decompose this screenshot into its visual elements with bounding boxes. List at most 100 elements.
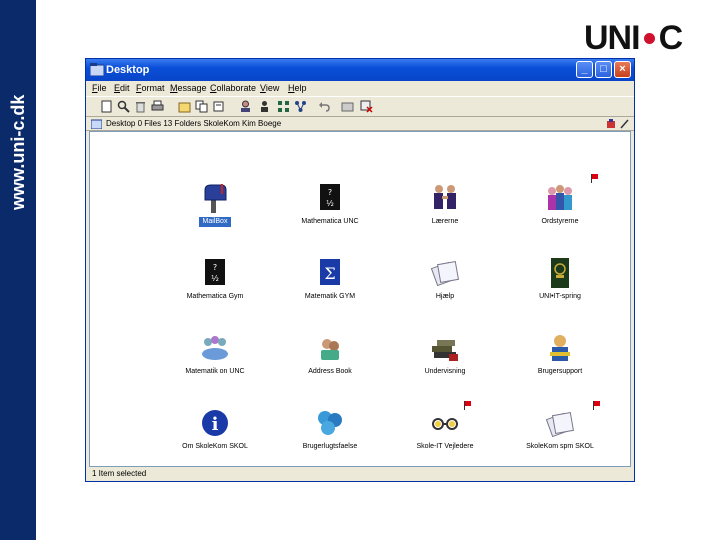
print-icon[interactable] xyxy=(151,100,164,113)
flag-icon xyxy=(464,401,471,410)
desktop-window: Desktop _ □ × File Edit Format Message C… xyxy=(85,58,635,482)
logo-text-right: C xyxy=(658,19,684,57)
menu-edit[interactable]: Edit xyxy=(114,81,130,96)
documents-icon xyxy=(545,411,575,438)
math-book-icon: ?½ xyxy=(320,184,340,210)
puzzle-icon xyxy=(318,411,342,435)
folder-skolekom-spm[interactable]: SkoleKom spm SKOL xyxy=(510,401,610,469)
desktop-icon xyxy=(91,119,102,129)
menu-help[interactable]: Help xyxy=(288,81,307,96)
path-bar: Desktop 0 Files 13 Folders SkoleKom Kim … xyxy=(86,117,634,131)
folder-label: Om SkoleKom SKOL xyxy=(182,443,248,450)
folder-brugerlugtsfaelse[interactable]: Brugerlugtsfaelse xyxy=(280,407,380,469)
mailbox-icon xyxy=(204,184,227,213)
folder-label: UNI•IT-spring xyxy=(539,293,581,300)
folder-uni-it-spring[interactable]: UNI•IT-spring xyxy=(510,257,610,319)
folder-label: MailBox xyxy=(199,217,231,227)
pencil-icon[interactable] xyxy=(619,119,629,129)
menu-view[interactable]: View xyxy=(260,81,279,96)
support-person-icon xyxy=(550,335,570,361)
people-icon xyxy=(434,185,456,209)
open-icon[interactable] xyxy=(178,100,191,113)
menu-collaborate[interactable]: Collaborate xyxy=(210,81,256,96)
books-icon xyxy=(432,340,458,361)
grid-icon[interactable] xyxy=(277,100,290,113)
svg-text:i: i xyxy=(212,414,219,435)
folder-hjaelp[interactable]: Hjælp xyxy=(395,257,495,319)
folder-matematik-on-unc[interactable]: Matematik on UNC xyxy=(165,332,265,394)
folder-laererne[interactable]: Lærerne xyxy=(395,182,495,244)
folder-address-book[interactable]: Address Book xyxy=(280,332,380,394)
find-icon[interactable] xyxy=(117,100,130,113)
maximize-button[interactable]: □ xyxy=(595,61,612,78)
help-icon xyxy=(430,260,460,287)
folder-label: Matematik on UNC xyxy=(185,368,245,375)
copy-icon[interactable] xyxy=(195,100,208,113)
folder-label: SkoleKom spm SKOL xyxy=(526,443,594,450)
slide: www.uni-c.dk UNI C Desktop _ □ × File Ed… xyxy=(0,0,720,540)
logo-dot xyxy=(643,32,655,44)
minimize-button[interactable]: _ xyxy=(576,61,593,78)
folder-skole-it-vejledere[interactable]: Skole-IT Vejledere xyxy=(395,401,495,469)
folder-label: Mathematica Gym xyxy=(186,293,244,300)
folder-label: Brugersupport xyxy=(537,368,583,375)
window-title: Desktop xyxy=(106,64,150,76)
folder-mathematica-unc[interactable]: ? ½ Mathematica UNC xyxy=(280,182,380,244)
folder-label: Ordstyrerne xyxy=(541,218,579,225)
folder-icon[interactable] xyxy=(341,100,354,113)
logo-text-left: UNI xyxy=(584,19,641,57)
folder-matematik-gym[interactable]: Σ Matematik GYM xyxy=(280,257,380,319)
svg-text:½: ½ xyxy=(211,274,219,283)
undo-icon[interactable] xyxy=(318,100,331,113)
toolbar xyxy=(86,96,634,117)
folder-undervisning[interactable]: Undervisning xyxy=(395,332,495,394)
folder-label: Address Book xyxy=(308,368,352,375)
folder-label: Undervisning xyxy=(424,368,466,375)
folder-brugersupport[interactable]: Brugersupport xyxy=(510,332,610,394)
folder-label: Skole-IT Vejledere xyxy=(416,443,474,450)
group-icon xyxy=(548,185,572,210)
svg-text:½: ½ xyxy=(326,199,334,208)
close-button[interactable]: × xyxy=(614,61,631,78)
folder-label: Matematik GYM xyxy=(304,293,356,300)
title-bar[interactable]: Desktop _ □ × xyxy=(86,59,634,81)
svg-text:Σ: Σ xyxy=(324,264,335,283)
window-icon xyxy=(90,63,104,76)
delete-icon[interactable] xyxy=(134,100,147,113)
crest-icon xyxy=(551,258,569,288)
flag-icon xyxy=(591,174,598,183)
flag-icon xyxy=(593,401,600,410)
folder-label: Brugerlugtsfaelse xyxy=(302,443,358,450)
menu-bar: File Edit Format Message Collaborate Vie… xyxy=(86,81,634,96)
close-folder-icon[interactable] xyxy=(360,100,373,113)
bell-icon[interactable] xyxy=(606,119,616,129)
info-icon: i xyxy=(202,410,228,436)
svg-text:?: ? xyxy=(213,263,217,272)
site-url: www.uni-c.dk xyxy=(8,94,28,210)
folder-label: Lærerne xyxy=(431,218,459,225)
folder-mailbox[interactable]: MailBox xyxy=(165,182,265,244)
person-icon[interactable] xyxy=(258,100,271,113)
folder-label: Hjælp xyxy=(435,293,455,300)
attach-icon[interactable] xyxy=(212,100,225,113)
team-icon xyxy=(202,336,228,360)
folder-ordstyrerne[interactable]: Ordstyrerne xyxy=(510,174,610,244)
menu-file[interactable]: File xyxy=(92,81,107,96)
menu-format[interactable]: Format xyxy=(136,81,165,96)
folder-label: Mathematica UNC xyxy=(301,218,359,225)
address-book-icon xyxy=(321,339,339,360)
sigma-book-icon: Σ xyxy=(320,259,340,285)
glasses-icon xyxy=(432,418,458,430)
network-icon[interactable] xyxy=(294,100,307,113)
math-book-icon: ?½ xyxy=(205,259,225,285)
new-icon[interactable] xyxy=(100,100,113,113)
side-band: www.uni-c.dk xyxy=(0,0,36,540)
menu-message[interactable]: Message xyxy=(170,81,207,96)
svg-text:?: ? xyxy=(328,188,332,197)
folder-mathematica-gym[interactable]: ? ½ Mathematica Gym xyxy=(165,257,265,319)
uni-c-logo: UNI C xyxy=(584,19,684,57)
folder-om-skolekom[interactable]: i Om SkoleKom SKOL xyxy=(165,407,265,469)
status-bar: 1 Item selected xyxy=(92,469,147,478)
user-icon[interactable] xyxy=(239,100,252,113)
path-text: Desktop 0 Files 13 Folders SkoleKom Kim … xyxy=(106,119,282,128)
